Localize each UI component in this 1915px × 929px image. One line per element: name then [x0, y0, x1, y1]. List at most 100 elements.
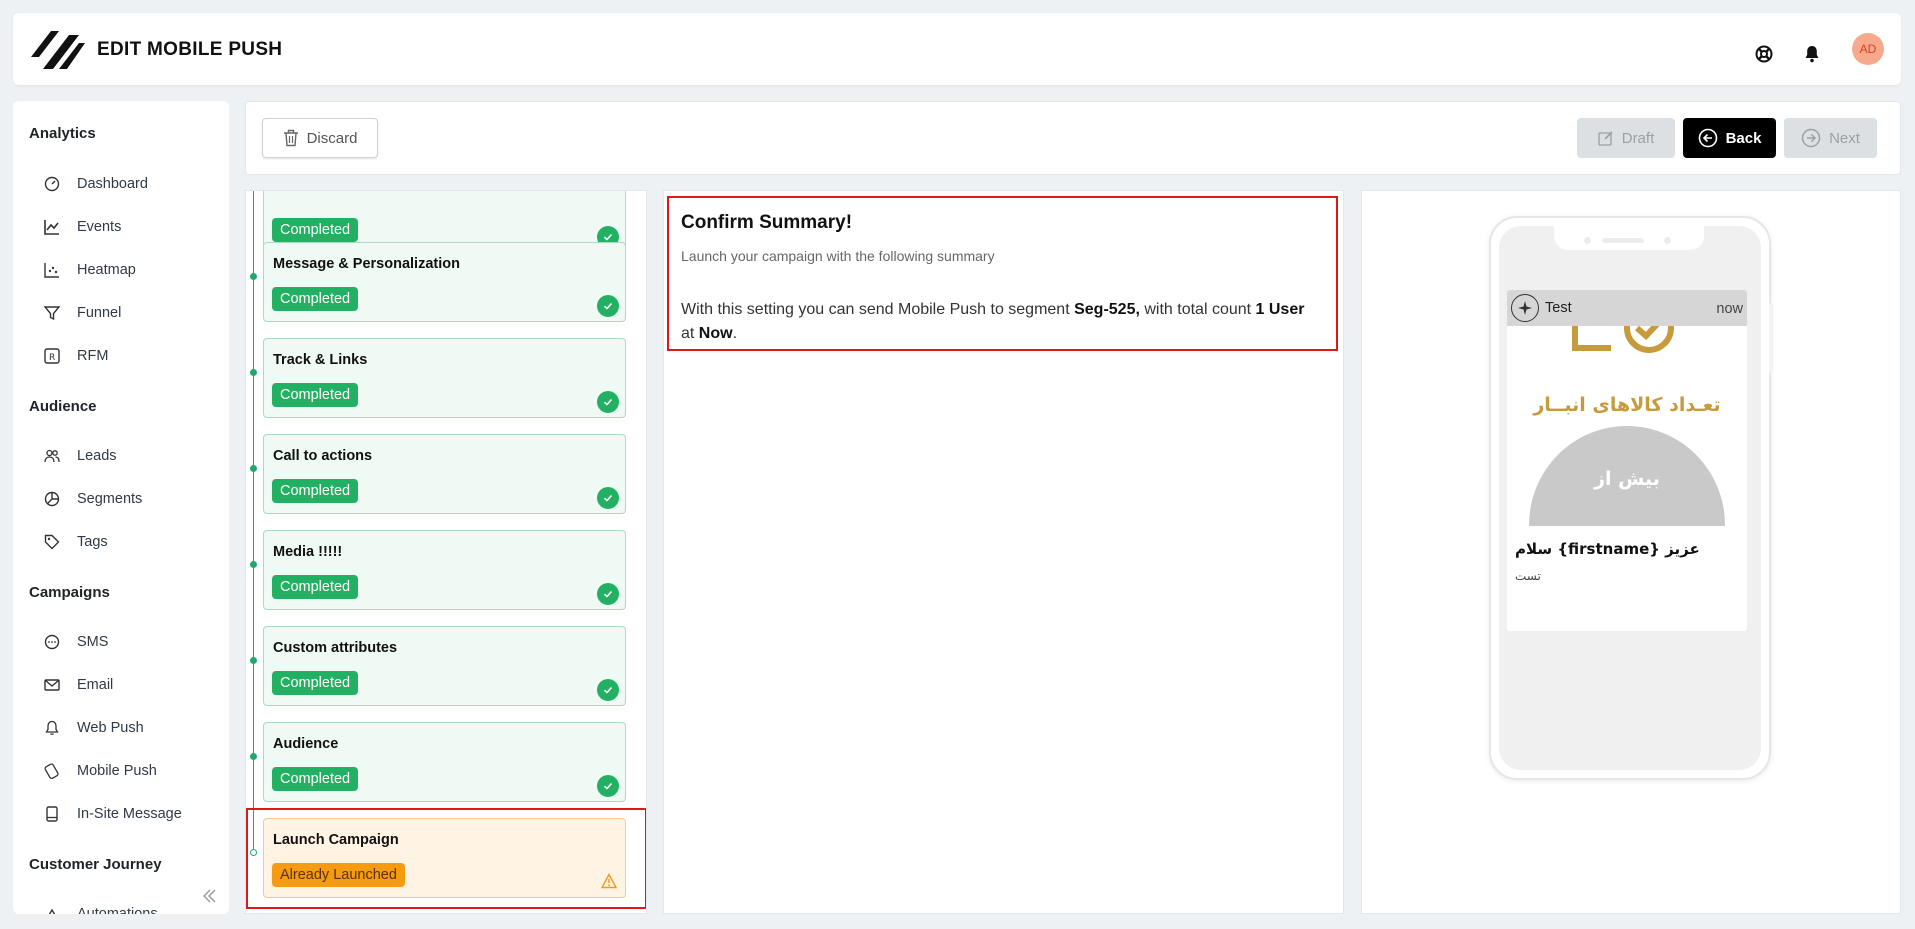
step-title: Custom attributes [273, 640, 398, 656]
arrow-right-circle-icon [1801, 128, 1821, 148]
pie-chart-icon [43, 490, 61, 508]
push-preview-panel: Test now تعـداد کالاهای انبــار بیش از س… [1361, 190, 1901, 914]
sidebar-item-mobile-push[interactable]: Mobile Push [43, 757, 223, 785]
status-badge: Completed [272, 479, 359, 503]
sidebar-item-segments[interactable]: Segments [43, 485, 223, 513]
sidebar-item-label: Tags [77, 534, 108, 550]
timeline-dot [250, 273, 257, 280]
timeline-dot [250, 369, 257, 376]
status-badge: Completed [272, 767, 359, 791]
collapse-sidebar-icon[interactable] [197, 884, 221, 908]
status-badge: Completed [272, 575, 359, 599]
push-notification: Test now تعـداد کالاهای انبــار بیش از س… [1507, 290, 1747, 631]
sidebar-item-funnel[interactable]: Funnel [43, 299, 223, 327]
rfm-icon: R [43, 347, 61, 365]
sidebar-item-label: Mobile Push [77, 763, 157, 779]
sidebar-item-leads[interactable]: Leads [43, 442, 223, 470]
sidebar-item-sms[interactable]: SMS [43, 628, 223, 656]
steps-timeline [253, 191, 254, 851]
help-lifebuoy-icon[interactable] [1753, 43, 1775, 65]
sidebar-section-campaigns: Campaigns [29, 584, 110, 601]
step-title: Audience [273, 736, 339, 752]
sidebar-item-web-push[interactable]: Web Push [43, 714, 223, 742]
step-card-message-personalization[interactable]: Message & Personalization Completed [263, 242, 626, 322]
status-badge: Completed [272, 671, 359, 695]
status-badge: Completed [272, 383, 359, 407]
discard-button[interactable]: Discard [262, 118, 378, 158]
phone-mockup: Test now تعـداد کالاهای انبــار بیش از س… [1489, 216, 1771, 780]
image-shape-text: بیش از [1594, 468, 1660, 490]
sidebar-item-label: SMS [77, 634, 109, 650]
sidebar-item-label: Events [77, 219, 122, 235]
step-title: Message & Personalization [273, 256, 460, 272]
logo-icon [31, 31, 85, 69]
bell-icon [43, 719, 61, 737]
step-card-media[interactable]: Media !!!!! Completed [263, 530, 626, 610]
sidebar-item-label: Segments [77, 491, 143, 507]
sidebar-item-label: In-Site Message [77, 806, 182, 822]
sidebar-section-analytics: Analytics [29, 125, 96, 142]
step-title: Media !!!!! [273, 544, 343, 560]
summary-panel: Confirm Summary! Launch your campaign wi… [663, 190, 1344, 914]
notification-body: تست [1515, 569, 1541, 583]
step-card-custom-attributes[interactable]: Custom attributes Completed [263, 626, 626, 706]
sidebar-item-label: Automations [77, 906, 158, 914]
check-icon [597, 391, 619, 413]
user-count: 1 User [1255, 301, 1305, 318]
summary-text: With this setting you can send Mobile Pu… [681, 301, 1305, 342]
status-badge: Completed [272, 218, 359, 242]
launch-step-highlight [246, 808, 646, 909]
campaign-steps-panel: Completed Message & Personalization Comp… [245, 190, 647, 914]
back-button[interactable]: Back [1683, 118, 1776, 158]
step-card-track-links[interactable]: Track & Links Completed [263, 338, 626, 418]
svg-text:R: R [49, 353, 55, 363]
arrow-left-circle-icon [1698, 128, 1718, 148]
sidebar-item-label: Funnel [77, 305, 122, 321]
sidebar-item-tags[interactable]: Tags [43, 528, 223, 556]
timeline-dot [250, 561, 257, 568]
phone-notch [1554, 226, 1704, 250]
sidebar-item-in-site-message[interactable]: In-Site Message [43, 800, 223, 828]
phone-side-button [1769, 303, 1773, 373]
sidebar-item-automations[interactable]: Automations [43, 900, 223, 914]
automation-icon [43, 905, 61, 914]
summary-subtitle: Launch your campaign with the following … [681, 248, 995, 264]
users-icon [43, 447, 61, 465]
sidebar-item-rfm[interactable]: R RFM [43, 342, 223, 370]
step-card-audience[interactable]: Audience Completed [263, 722, 626, 802]
app-name: Test [1545, 300, 1572, 316]
sidebar-item-email[interactable]: Email [43, 671, 223, 699]
segment-name: Seg-525, [1074, 301, 1140, 318]
sidebar-item-heatmap[interactable]: Heatmap [43, 256, 223, 284]
phone-screen: Test now تعـداد کالاهای انبــار بیش از س… [1499, 226, 1761, 770]
check-icon [597, 775, 619, 797]
notification-image: تعـداد کالاهای انبــار بیش از [1507, 326, 1747, 526]
step-title: Track & Links [273, 352, 368, 368]
line-chart-icon [43, 218, 61, 236]
sidebar-item-label: Email [77, 677, 114, 693]
mail-icon [43, 676, 61, 694]
step-card-call-to-actions[interactable]: Call to actions Completed [263, 434, 626, 514]
sidebar-item-label: Web Push [77, 720, 144, 736]
timeline-dot [250, 657, 257, 664]
sidebar-item-events[interactable]: Events [43, 213, 223, 241]
sidebar-item-label: Dashboard [77, 176, 148, 192]
notification-title: سلام {firstname} عزیز [1515, 540, 1700, 558]
image-graphic-icon [1572, 326, 1674, 353]
user-avatar[interactable]: AD [1852, 33, 1884, 65]
sidebar-item-dashboard[interactable]: Dashboard [43, 170, 223, 198]
top-header: EDIT MOBILE PUSH AD [13, 13, 1901, 85]
sidebar-section-audience: Audience [29, 398, 97, 415]
timeline-dot [250, 465, 257, 472]
draft-button[interactable]: Draft [1577, 118, 1675, 158]
check-icon [597, 295, 619, 317]
summary-highlight: Confirm Summary! Launch your campaign wi… [667, 196, 1338, 351]
notification-bell-icon[interactable] [1801, 43, 1823, 65]
sidebar-section-customer-journey: Customer Journey [29, 856, 162, 873]
next-button[interactable]: Next [1784, 118, 1877, 158]
funnel-icon [43, 304, 61, 322]
scatter-chart-icon [43, 261, 61, 279]
status-badge: Completed [272, 287, 359, 311]
sidebar: Analytics Dashboard Events Heatmap Funne… [13, 101, 229, 914]
check-icon [597, 679, 619, 701]
